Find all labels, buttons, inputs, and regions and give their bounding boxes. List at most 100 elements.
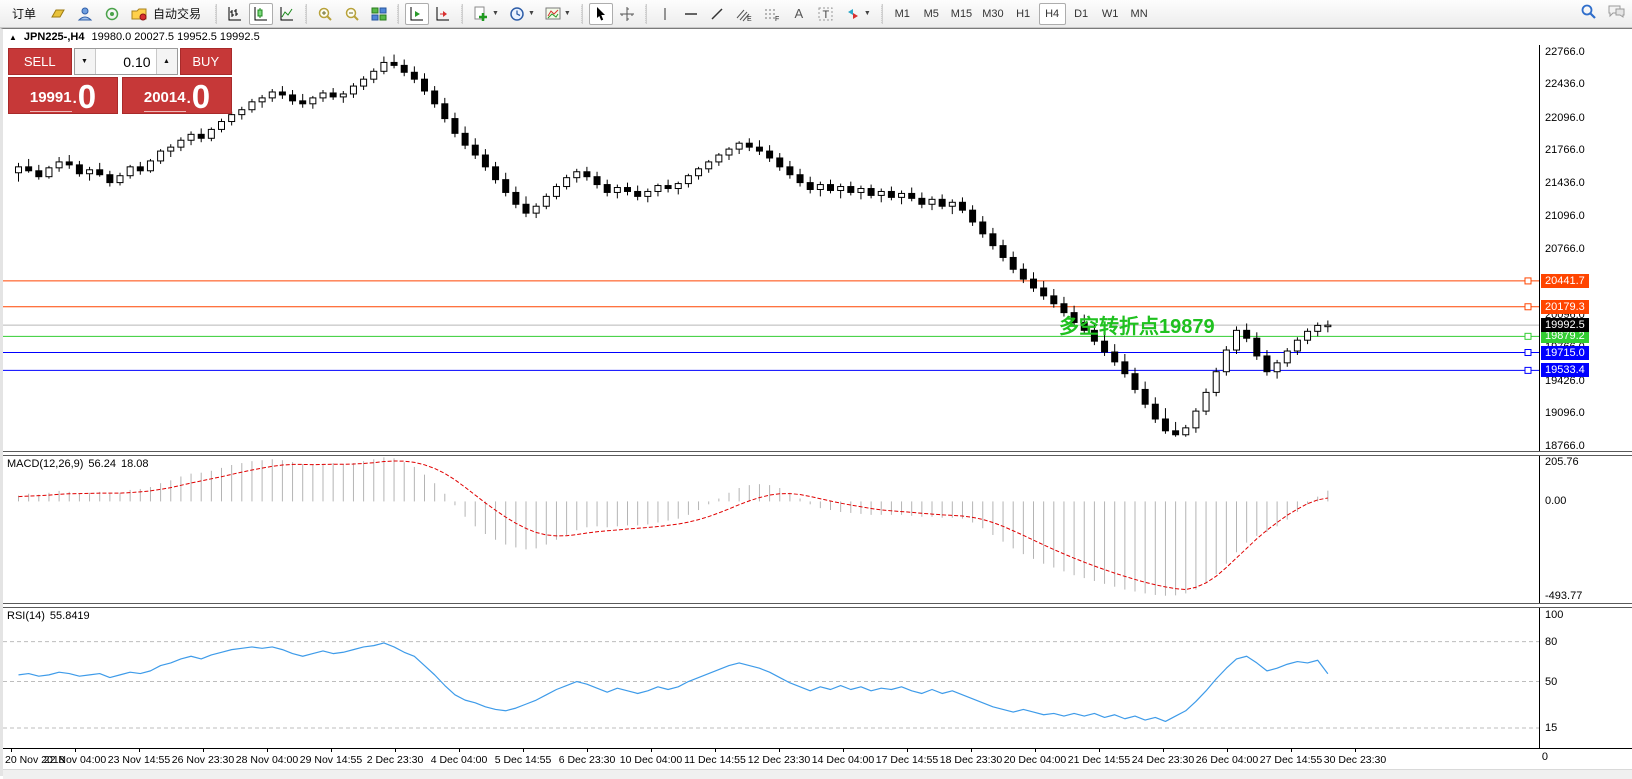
periods-button[interactable]: ▼ xyxy=(505,3,539,25)
window-bottom-edge xyxy=(3,769,1632,779)
vertical-line-button[interactable] xyxy=(653,3,677,25)
candlestick-chart[interactable]: 多空转折点19879 xyxy=(3,45,1543,451)
crosshair-button[interactable] xyxy=(615,3,639,25)
sell-price-main: 19991 xyxy=(29,85,72,112)
volume-box: ▼ 0.10 ▲ xyxy=(73,48,178,75)
spinner-down-icon: ▼ xyxy=(81,58,88,65)
time-tick xyxy=(267,749,268,752)
timeframe-d1-button[interactable]: D1 xyxy=(1068,3,1095,25)
new-order-button[interactable]: 订单 xyxy=(4,3,44,25)
zoom-out-icon xyxy=(345,7,359,21)
rsi-axis[interactable]: 100 80 50 15 xyxy=(1539,608,1632,748)
timeframe-h4-button[interactable]: H4 xyxy=(1038,2,1066,25)
axis-price-label: 15 xyxy=(1545,722,1558,735)
toolbar-right-icons xyxy=(1580,3,1626,20)
macd-signal-value: 18.08 xyxy=(120,458,149,470)
timeframe-h1-button[interactable]: H1 xyxy=(1010,3,1037,25)
sell-price[interactable]: 19991. 0 xyxy=(8,77,118,114)
time-axis-label: 29 Nov 14:55 xyxy=(299,754,363,766)
zoom-in-button[interactable] xyxy=(313,3,338,25)
cursor-button[interactable] xyxy=(588,2,613,25)
timeframe-m1-button[interactable]: M1 xyxy=(889,3,916,25)
toolbar-separator xyxy=(397,3,400,24)
chart-symbol-title: JPN225-,H4 xyxy=(23,31,85,43)
label-glyph: T xyxy=(822,9,829,21)
price-axis[interactable]: 22766.0 22436.0 22096.0 21766.0 21436.0 21096… xyxy=(1539,45,1632,452)
market-watch-button[interactable] xyxy=(46,3,71,25)
axis-price-label: 18766.0 xyxy=(1545,439,1585,452)
channel-button[interactable]: E xyxy=(731,3,757,25)
volume-decrease-button[interactable]: ▼ xyxy=(74,49,96,74)
text-button[interactable]: A xyxy=(787,3,811,25)
templates-button[interactable]: ▼ xyxy=(541,3,575,25)
search-icon[interactable] xyxy=(1580,3,1597,20)
buy-price[interactable]: 20014. 0 xyxy=(122,77,232,114)
fibonacci-button[interactable]: F xyxy=(759,3,785,25)
chart-annotation-text[interactable]: 多空转折点19879 xyxy=(1059,314,1215,338)
volume-input[interactable]: 0.10 xyxy=(96,49,156,74)
rsi-name: RSI(14) xyxy=(7,610,45,622)
macd-label: MACD(12,26,9) 56.24 18.08 xyxy=(7,458,148,470)
trendline-button[interactable] xyxy=(705,3,729,25)
chart-shift-button[interactable] xyxy=(431,3,455,25)
mt4-terminal: 订单 自动交易 ▼ ▼ ▼ E F A T ▼ M1 M5 M15 M30 H1… xyxy=(0,0,1632,779)
macd-axis[interactable]: 205.76 0.00 -493.77 xyxy=(1539,456,1632,603)
time-axis-label: 28 Nov 04:00 xyxy=(235,754,299,766)
line-chart-button[interactable] xyxy=(275,3,299,25)
time-tick xyxy=(1227,749,1228,752)
rsi-zero-tick: 0 xyxy=(1541,751,1548,763)
crosshair-icon xyxy=(619,6,634,21)
indicators-icon xyxy=(474,6,488,21)
toolbar-separator xyxy=(305,3,308,24)
volume-increase-button[interactable]: ▲ xyxy=(155,49,177,74)
sell-price-big-digit: 0 xyxy=(77,78,97,115)
bar-chart-button[interactable] xyxy=(223,3,247,25)
macd-chart[interactable] xyxy=(3,456,1543,603)
rsi-label: RSI(14) 55.8419 xyxy=(7,610,90,622)
autotrading-label: 自动交易 xyxy=(153,7,202,21)
shapes-button[interactable]: ▼ xyxy=(841,3,875,25)
panel-collapse-icon[interactable]: ▲ xyxy=(9,33,17,42)
tile-windows-button[interactable] xyxy=(367,3,391,25)
toolbar-separator xyxy=(880,3,883,24)
bar-chart-icon xyxy=(228,6,242,20)
timeframe-m30-button[interactable]: M30 xyxy=(978,3,1007,25)
horizontal-line-button[interactable] xyxy=(679,3,703,25)
rsi-value: 55.8419 xyxy=(49,610,90,622)
chat-icon[interactable] xyxy=(1607,3,1626,20)
text-label-button[interactable]: T xyxy=(813,3,839,25)
sell-button[interactable]: SELL xyxy=(8,48,72,75)
timeframe-w1-button[interactable]: W1 xyxy=(1097,3,1124,25)
chart-title-bar: ▲ JPN225-,H4 19980.0 20027.5 19952.5 199… xyxy=(3,29,1632,45)
timeframe-m15-button[interactable]: M15 xyxy=(947,3,976,25)
time-axis-label: 11 Dec 14:55 xyxy=(684,754,746,766)
sound-button[interactable] xyxy=(100,3,125,25)
autoscroll-button[interactable] xyxy=(405,2,430,25)
time-tick xyxy=(1163,749,1164,752)
indicators-button[interactable]: ▼ xyxy=(469,3,503,25)
axis-price-label: 21766.0 xyxy=(1545,144,1585,157)
axis-price-label: 19992.5 xyxy=(1541,318,1589,333)
zoom-out-button[interactable] xyxy=(340,3,365,25)
time-axis[interactable]: 0 20 Nov 2018 22 Nov 04:00 23 Nov 14:55 26 … xyxy=(3,748,1632,769)
axis-price-label: 205.76 xyxy=(1545,456,1579,468)
timeframe-mn-button[interactable]: MN xyxy=(1126,3,1153,25)
tile-windows-icon xyxy=(371,7,387,20)
vertical-line-icon xyxy=(664,7,666,20)
chart-shift-icon xyxy=(436,6,450,20)
time-axis-label: 5 Dec 14:55 xyxy=(494,754,552,766)
timeframe-m5-button[interactable]: M5 xyxy=(918,3,945,25)
rsi-chart[interactable] xyxy=(3,608,1543,748)
time-axis-label: 14 Dec 04:00 xyxy=(811,754,875,766)
candlestick-chart-button[interactable] xyxy=(249,2,274,25)
data-window-button[interactable] xyxy=(73,3,98,25)
axis-price-label: 80 xyxy=(1545,635,1558,648)
autotrade-icon xyxy=(131,8,147,20)
time-tick xyxy=(843,749,844,752)
toolbar-separator xyxy=(461,3,464,24)
buy-button[interactable]: BUY xyxy=(179,48,232,75)
axis-price-label: 21436.0 xyxy=(1545,176,1585,189)
autotrading-button[interactable]: 自动交易 xyxy=(127,3,209,25)
axis-price-label: 20179.3 xyxy=(1541,299,1589,314)
axis-price-label: 19096.0 xyxy=(1545,407,1585,420)
